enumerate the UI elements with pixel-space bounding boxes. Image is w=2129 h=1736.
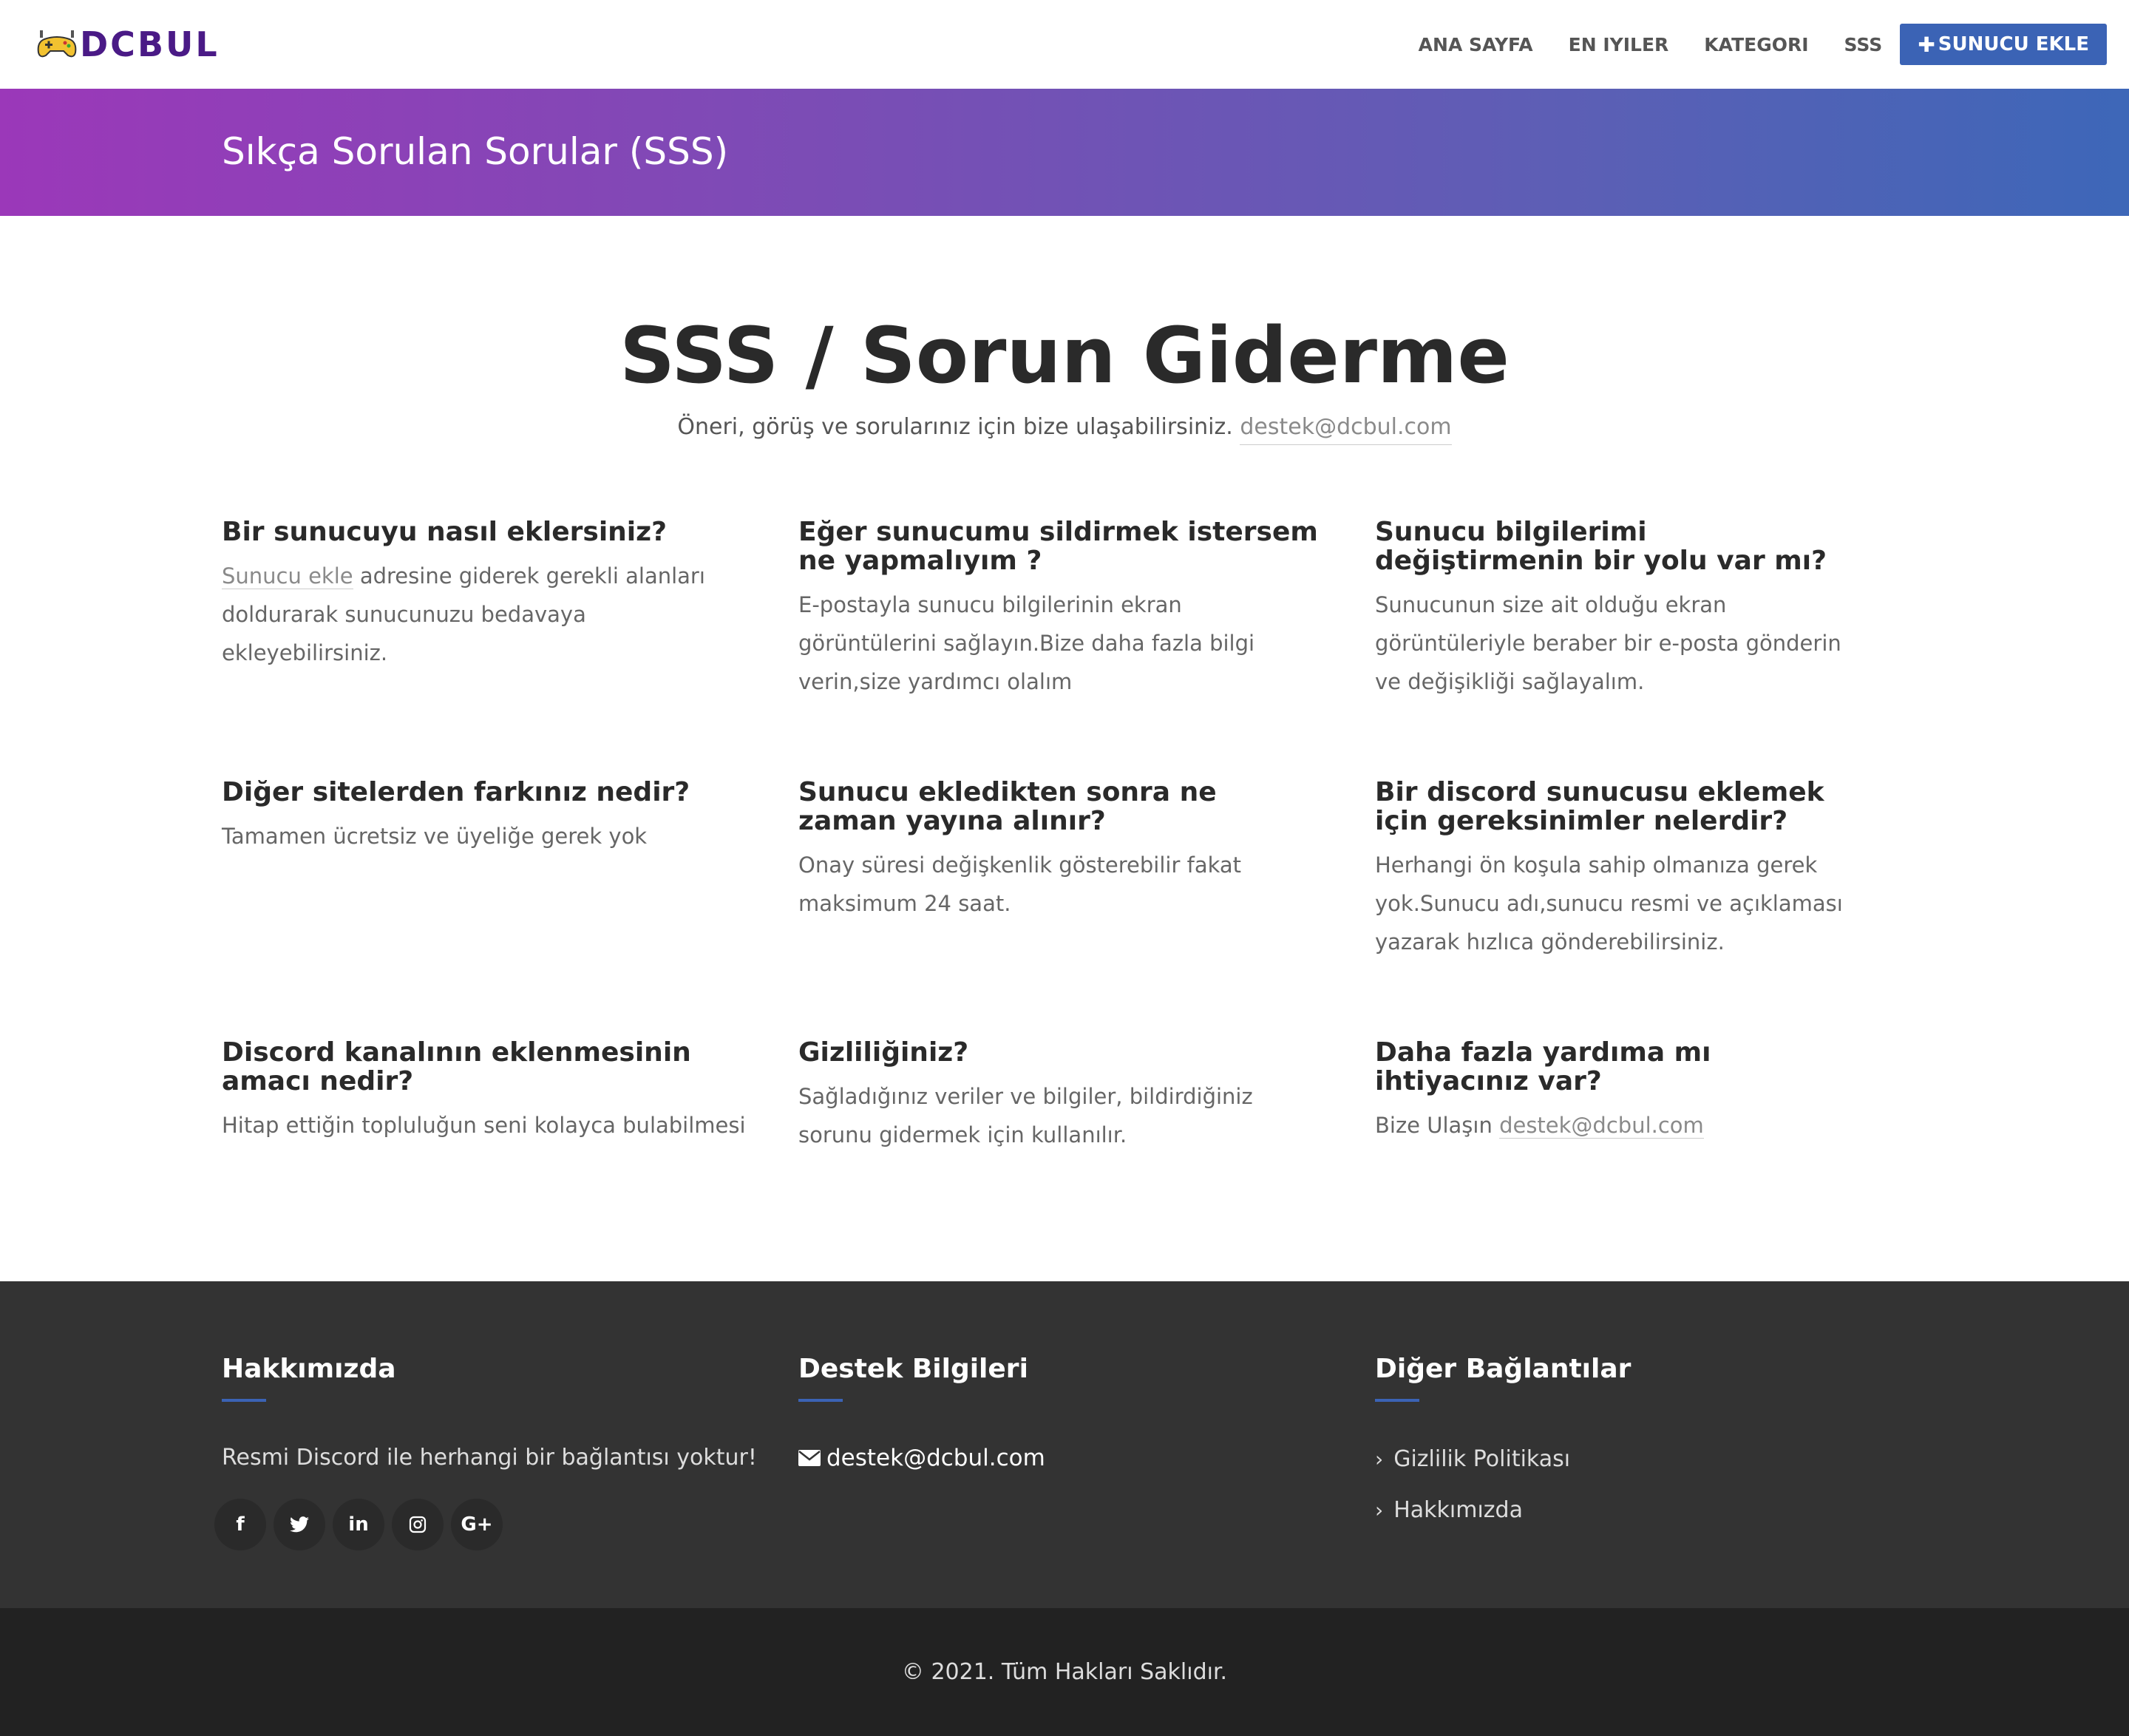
faq-question: Discord kanalının eklenmesinin amacı ned… bbox=[222, 1037, 691, 1096]
faq-answer: Sunucu ekle adresine giderek gerekli ala… bbox=[222, 557, 747, 672]
footer-about-title: Hakkımızda bbox=[222, 1354, 396, 1384]
footer-links: Diğer Bağlantılar › Gizlilik Politikası … bbox=[1375, 1354, 1631, 1548]
logo[interactable]: DCBUL bbox=[37, 24, 220, 64]
nav-item-ana-sayfa[interactable]: ANA SAYFA bbox=[1419, 34, 1533, 55]
title-underline bbox=[1375, 1399, 1419, 1402]
twitter-icon[interactable] bbox=[274, 1499, 325, 1550]
faq-question: Sunucu bilgilerimi değiştirmenin bir yol… bbox=[1375, 517, 1827, 576]
faq-answer: Hitap ettiğin topluluğun seni kolayca bu… bbox=[222, 1113, 746, 1138]
nav-item-en-iyiler[interactable]: EN IYILER bbox=[1569, 34, 1669, 55]
title-underline bbox=[798, 1399, 843, 1402]
faq-item: Discord kanalının eklenmesinin amacı ned… bbox=[222, 1038, 798, 1298]
page-title: SSS / Sorun Giderme bbox=[619, 311, 1510, 401]
faq-answer: Sunucunun size ait olduğu ekran görüntül… bbox=[1375, 592, 1841, 694]
google-plus-icon[interactable]: G+ bbox=[451, 1499, 503, 1550]
add-server-button[interactable]: ✚ SUNUCU EKLE bbox=[1900, 24, 2107, 65]
copyright-bar: © 2021. Tüm Hakları Saklıdır. bbox=[0, 1608, 2129, 1736]
faq-question: Daha fazla yardıma mı ihtiyacınız var? bbox=[1375, 1037, 1711, 1096]
footer-support-title: Destek Bilgileri bbox=[798, 1354, 1028, 1384]
chevron-right-icon: › bbox=[1375, 1447, 1384, 1471]
faq-question: Eğer sunucumu sildirmek istersem ne yapm… bbox=[798, 517, 1318, 576]
page-header-banner: Sıkça Sorulan Sorular (SSS) bbox=[0, 89, 2129, 216]
faq-item: Bir sunucuyu nasıl eklersiniz? Sunucu ek… bbox=[222, 518, 798, 778]
faq-item: Sunucu bilgilerimi değiştirmenin bir yol… bbox=[1375, 518, 1907, 778]
footer-link-privacy[interactable]: › Gizlilik Politikası bbox=[1375, 1446, 1631, 1472]
footer-link-list: › Gizlilik Politikası › Hakkımızda bbox=[1375, 1446, 1631, 1523]
add-server-label: SUNUCU EKLE bbox=[1938, 33, 2089, 55]
footer-link-label: Hakkımızda bbox=[1393, 1497, 1523, 1523]
page-subtitle: Öneri, görüş ve sorularınız için bize ul… bbox=[0, 414, 2129, 445]
faq-item: Daha fazla yardıma mı ihtiyacınız var? B… bbox=[1375, 1038, 1907, 1298]
footer-about: Hakkımızda Resmi Discord ile herhangi bi… bbox=[214, 1354, 757, 1550]
nav-item-sss[interactable]: SSS bbox=[1844, 34, 1883, 55]
chevron-right-icon: › bbox=[1375, 1498, 1384, 1522]
faq-answer-text: Bize Ulaşın bbox=[1375, 1113, 1500, 1138]
social-links: f in G+ bbox=[214, 1499, 757, 1550]
logo-text: DCBUL bbox=[80, 24, 220, 64]
faq-answer: Sağladığınız veriler ve bilgiler, bildir… bbox=[798, 1084, 1253, 1147]
faq-item: Gizliliğiniz? Sağladığınız veriler ve bi… bbox=[798, 1038, 1375, 1298]
faq-question: Gizliliğiniz? bbox=[798, 1037, 969, 1068]
faq-answer: Herhangi ön koşula sahip olmanıza gerek … bbox=[1375, 852, 1843, 955]
faq-answer: Bize Ulaşın destek@dcbul.com bbox=[1375, 1106, 1855, 1145]
footer-about-text: Resmi Discord ile herhangi bir bağlantıs… bbox=[222, 1445, 757, 1471]
add-server-link[interactable]: Sunucu ekle bbox=[222, 563, 353, 589]
main-nav: ANA SAYFA EN IYILER KATEGORI SSS ✚ SUNUC… bbox=[1383, 24, 2107, 65]
faq-question: Bir sunucuyu nasıl eklersiniz? bbox=[222, 517, 667, 547]
facebook-icon[interactable]: f bbox=[214, 1499, 266, 1550]
faq-question: Bir discord sunucusu eklemek için gereks… bbox=[1375, 777, 1824, 836]
navbar: DCBUL ANA SAYFA EN IYILER KATEGORI SSS ✚… bbox=[0, 0, 2129, 89]
nav-item-kategori[interactable]: KATEGORI bbox=[1704, 34, 1808, 55]
footer-link-label: Gizlilik Politikası bbox=[1393, 1446, 1571, 1472]
faq-question: Sunucu ekledikten sonra ne zaman yayına … bbox=[798, 777, 1217, 836]
linkedin-icon[interactable]: in bbox=[333, 1499, 384, 1550]
copyright-text: © 2021. Tüm Hakları Saklıdır. bbox=[901, 1659, 1228, 1685]
envelope-icon bbox=[798, 1450, 821, 1466]
faq-item: Eğer sunucumu sildirmek istersem ne yapm… bbox=[798, 518, 1375, 778]
plus-icon: ✚ bbox=[1918, 32, 1935, 57]
footer-links-title: Diğer Bağlantılar bbox=[1375, 1354, 1631, 1384]
title-underline bbox=[222, 1399, 266, 1402]
faq-answer: Onay süresi değişkenlik gösterebilir fak… bbox=[798, 852, 1242, 916]
gamepad-icon bbox=[37, 29, 77, 60]
footer-link-about[interactable]: › Hakkımızda bbox=[1375, 1497, 1631, 1523]
support-email-link[interactable]: destek@dcbul.com bbox=[1240, 414, 1452, 445]
faq-item: Bir discord sunucusu eklemek için gereks… bbox=[1375, 778, 1907, 1038]
faq-question: Diğer sitelerden farkınız nedir? bbox=[222, 777, 690, 807]
footer-email[interactable]: destek@dcbul.com bbox=[798, 1445, 1045, 1471]
subtitle-text: Öneri, görüş ve sorularınız için bize ul… bbox=[677, 414, 1233, 440]
faq-grid: Bir sunucuyu nasıl eklersiniz? Sunucu ek… bbox=[222, 518, 1907, 1298]
faq-item: Sunucu ekledikten sonra ne zaman yayına … bbox=[798, 778, 1375, 1038]
instagram-icon[interactable] bbox=[392, 1499, 444, 1550]
faq-item: Diğer sitelerden farkınız nedir? Tamamen… bbox=[222, 778, 798, 1038]
footer-support: Destek Bilgileri destek@dcbul.com bbox=[798, 1354, 1045, 1471]
footer: Hakkımızda Resmi Discord ile herhangi bi… bbox=[0, 1281, 2129, 1608]
footer-email-text: destek@dcbul.com bbox=[826, 1445, 1045, 1471]
faq-answer: E-postayla sunucu bilgilerinin ekran gör… bbox=[798, 592, 1255, 694]
faq-answer: Tamamen ücretsiz ve üyeliğe gerek yok bbox=[222, 824, 648, 849]
page-header-title: Sıkça Sorulan Sorular (SSS) bbox=[222, 130, 729, 173]
contact-email-link[interactable]: destek@dcbul.com bbox=[1499, 1113, 1704, 1139]
